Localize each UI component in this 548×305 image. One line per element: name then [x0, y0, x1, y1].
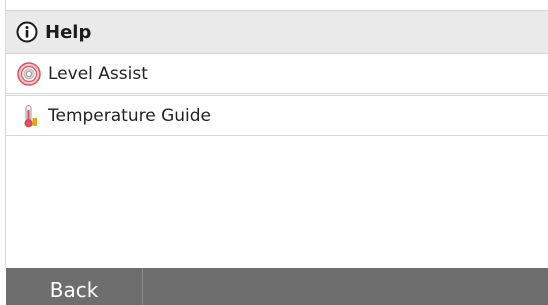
page-title: Help	[45, 21, 92, 43]
back-button-label: Back	[49, 277, 99, 302]
list-item-temperature-guide[interactable]: Temperature Guide	[6, 95, 548, 136]
target-rings-icon	[16, 61, 42, 87]
help-list: Level Assist Temperature Guide	[6, 54, 548, 136]
footer-spacer	[143, 268, 548, 305]
back-button[interactable]: Back	[6, 268, 143, 305]
info-circle-icon	[15, 20, 39, 44]
footer-bar: Back	[6, 268, 548, 305]
list-item-level-assist[interactable]: Level Assist	[6, 54, 548, 94]
thermometer-icon	[16, 103, 42, 129]
temperature-guide-label: Temperature Guide	[48, 105, 212, 126]
header-bar: Help	[6, 10, 548, 54]
level-assist-label: Level Assist	[48, 63, 148, 84]
help-screen: Help Level Assist Temperature Guide Back	[0, 0, 548, 305]
